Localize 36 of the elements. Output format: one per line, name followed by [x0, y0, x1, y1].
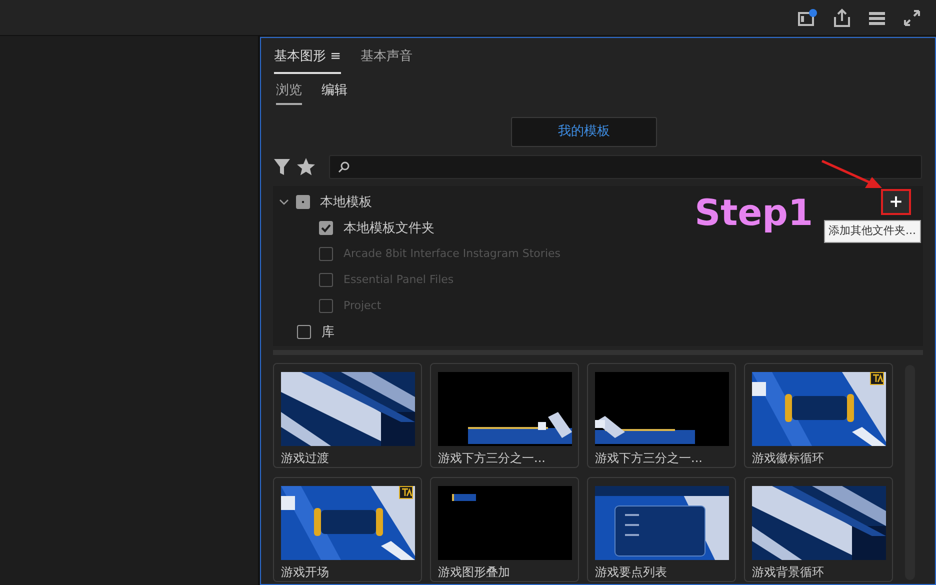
tree-label: 本地模板文件夹	[344, 220, 434, 238]
location-button[interactable]: 我的模板	[511, 117, 657, 147]
panel-tab[interactable]: 基本声音	[360, 44, 413, 74]
template-card[interactable]: 游戏图形叠加	[430, 477, 579, 582]
annotation-label: Step1	[694, 196, 813, 232]
template-card[interactable]: 游戏徽标循环	[744, 363, 893, 468]
tree-label: 库	[322, 324, 334, 342]
tree-label: 本地模板	[320, 194, 372, 212]
search-field[interactable]	[329, 155, 922, 179]
template-card[interactable]: 游戏下方三分之一...	[430, 363, 579, 468]
sub-tab[interactable]: 编辑	[322, 80, 348, 105]
share-icon[interactable]	[831, 6, 853, 28]
template-card[interactable]: 游戏过渡	[273, 363, 422, 468]
template-name: 游戏徽标循环	[752, 450, 825, 467]
template-card[interactable]: 游戏开场	[273, 477, 422, 582]
template-card[interactable]: 游戏要点列表	[587, 477, 736, 582]
template-name: 游戏下方三分之一...	[595, 450, 704, 467]
checkbox[interactable]	[297, 325, 311, 340]
template-name: 游戏下方三分之一...	[438, 450, 546, 467]
panel-tab[interactable]: 基本图形 ≡	[274, 44, 342, 74]
tooltip: 添加其他文件夹...	[824, 220, 921, 242]
arrow-icon	[821, 160, 883, 190]
template-name: 游戏图形叠加	[438, 564, 511, 581]
template-card[interactable]: 游戏背景循环	[744, 477, 893, 582]
sub-tab[interactable]: 浏览	[276, 80, 302, 105]
template-name: 游戏背景循环	[752, 564, 825, 581]
add-folder-button[interactable]: +	[881, 189, 911, 215]
checkbox[interactable]	[296, 195, 310, 210]
panel-icon[interactable]	[796, 6, 818, 28]
template-name: 游戏开场	[281, 564, 330, 581]
checkbox[interactable]	[319, 221, 333, 236]
template-name: 游戏过渡	[281, 450, 330, 467]
filter-icon[interactable]	[274, 157, 290, 177]
template-name: 游戏要点列表	[595, 564, 668, 581]
template-card[interactable]: 游戏下方三分之一...	[587, 363, 736, 468]
star-icon[interactable]	[296, 157, 314, 177]
